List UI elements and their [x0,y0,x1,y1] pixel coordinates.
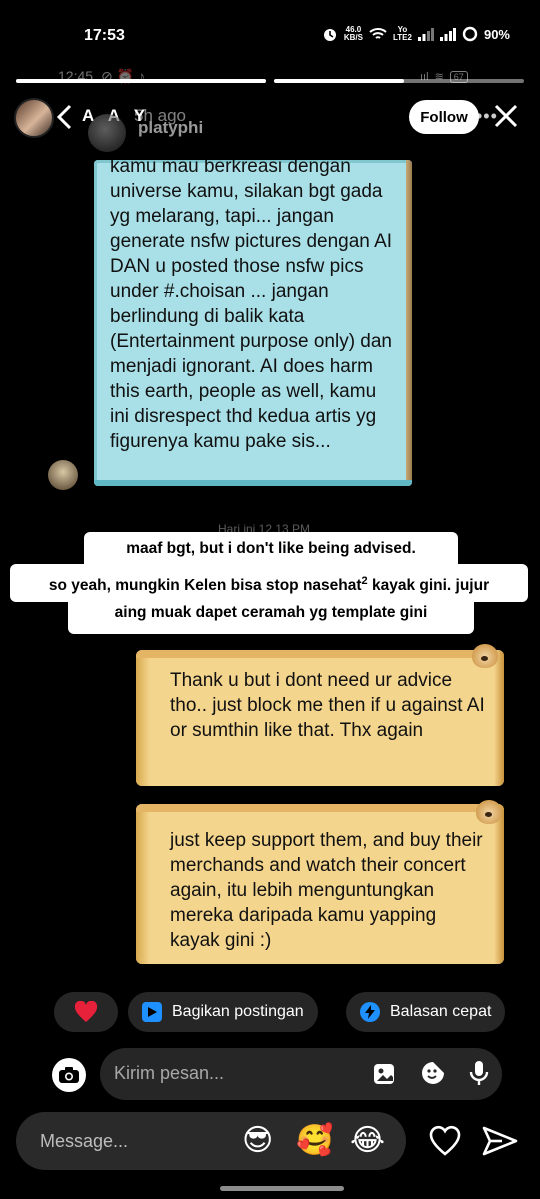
caption-line-3: aing muak dapet ceramah yg template gini [68,596,474,634]
alarm-icon [323,29,336,41]
background-username: platyphi [138,118,204,137]
emoji-laugh-icon[interactable]: 😂 [350,1124,385,1158]
signal-icon [417,27,434,41]
battery-ring-icon [462,26,478,42]
send-share-icon[interactable] [482,1124,518,1158]
story-header: A A Y 5h ago platyphi Follow ••• [14,96,526,152]
emoji-sunglasses-icon[interactable]: 😎 [242,1124,273,1158]
status-icons: 46.0 KB/S Yo LTE2 90% [322,26,510,42]
share-post-chip[interactable]: Bagikan postingan [128,992,318,1032]
net-speed: 46.0 KB/S [343,25,363,42]
story-progress-bar-2 [274,79,524,83]
quick-reply-chip[interactable]: Balasan cepat [346,992,506,1032]
background-message-text: kamu mau berkreasi dengan universe kamu,… [110,160,393,452]
emoji-hearts-icon[interactable]: 🥰 [296,1124,333,1158]
doge-sticker-icon [476,800,502,824]
signal-icon-2 [439,27,456,41]
gallery-icon[interactable] [372,1060,398,1086]
sender-avatar [48,460,78,490]
camera-icon [59,1067,79,1083]
follow-button[interactable]: Follow [409,100,479,134]
share-post-icon [142,1002,162,1022]
background-message-bubble: kamu mau berkreasi dengan universe kamu,… [94,160,412,486]
status-bar: 17:53 46.0 KB/S Yo LTE2 90% [0,0,540,72]
doge-sticker-icon [472,644,498,668]
scroll-message-text: Thank u but i dont need ur advice tho.. … [170,670,485,741]
chevron-left-icon[interactable] [52,102,78,132]
battery-percent: 90% [483,26,510,42]
status-time: 17:53 [84,27,125,44]
microphone-icon[interactable] [468,1060,490,1086]
quick-reply-icon [360,1002,380,1022]
like-heart-icon[interactable] [428,1124,462,1158]
story-reply-input[interactable]: Message... 😎 🥰 😂 [16,1112,406,1170]
heart-filled-icon [74,1001,98,1022]
scroll-message-bubble: Thank u but i dont need ur advice tho.. … [136,650,504,786]
scroll-message-text: just keep support them, and buy their me… [170,830,483,951]
camera-button[interactable] [52,1058,86,1092]
wifi-icon [369,28,387,39]
story-progress-bar-1 [16,79,266,83]
close-icon[interactable] [492,102,520,130]
bubble-edge [406,160,412,486]
volte-badge: Yo LTE2 [393,25,412,42]
bubble-bottom-edge [94,480,412,486]
background-avatar [88,114,126,152]
scroll-message-bubble: just keep support them, and buy their me… [136,804,504,964]
story-user-avatar[interactable] [14,98,54,138]
dm-message-input[interactable]: Kirim pesan... [100,1048,502,1100]
heart-reaction-chip[interactable] [54,992,118,1032]
sticker-icon[interactable] [420,1060,446,1086]
home-indicator[interactable] [220,1186,344,1191]
